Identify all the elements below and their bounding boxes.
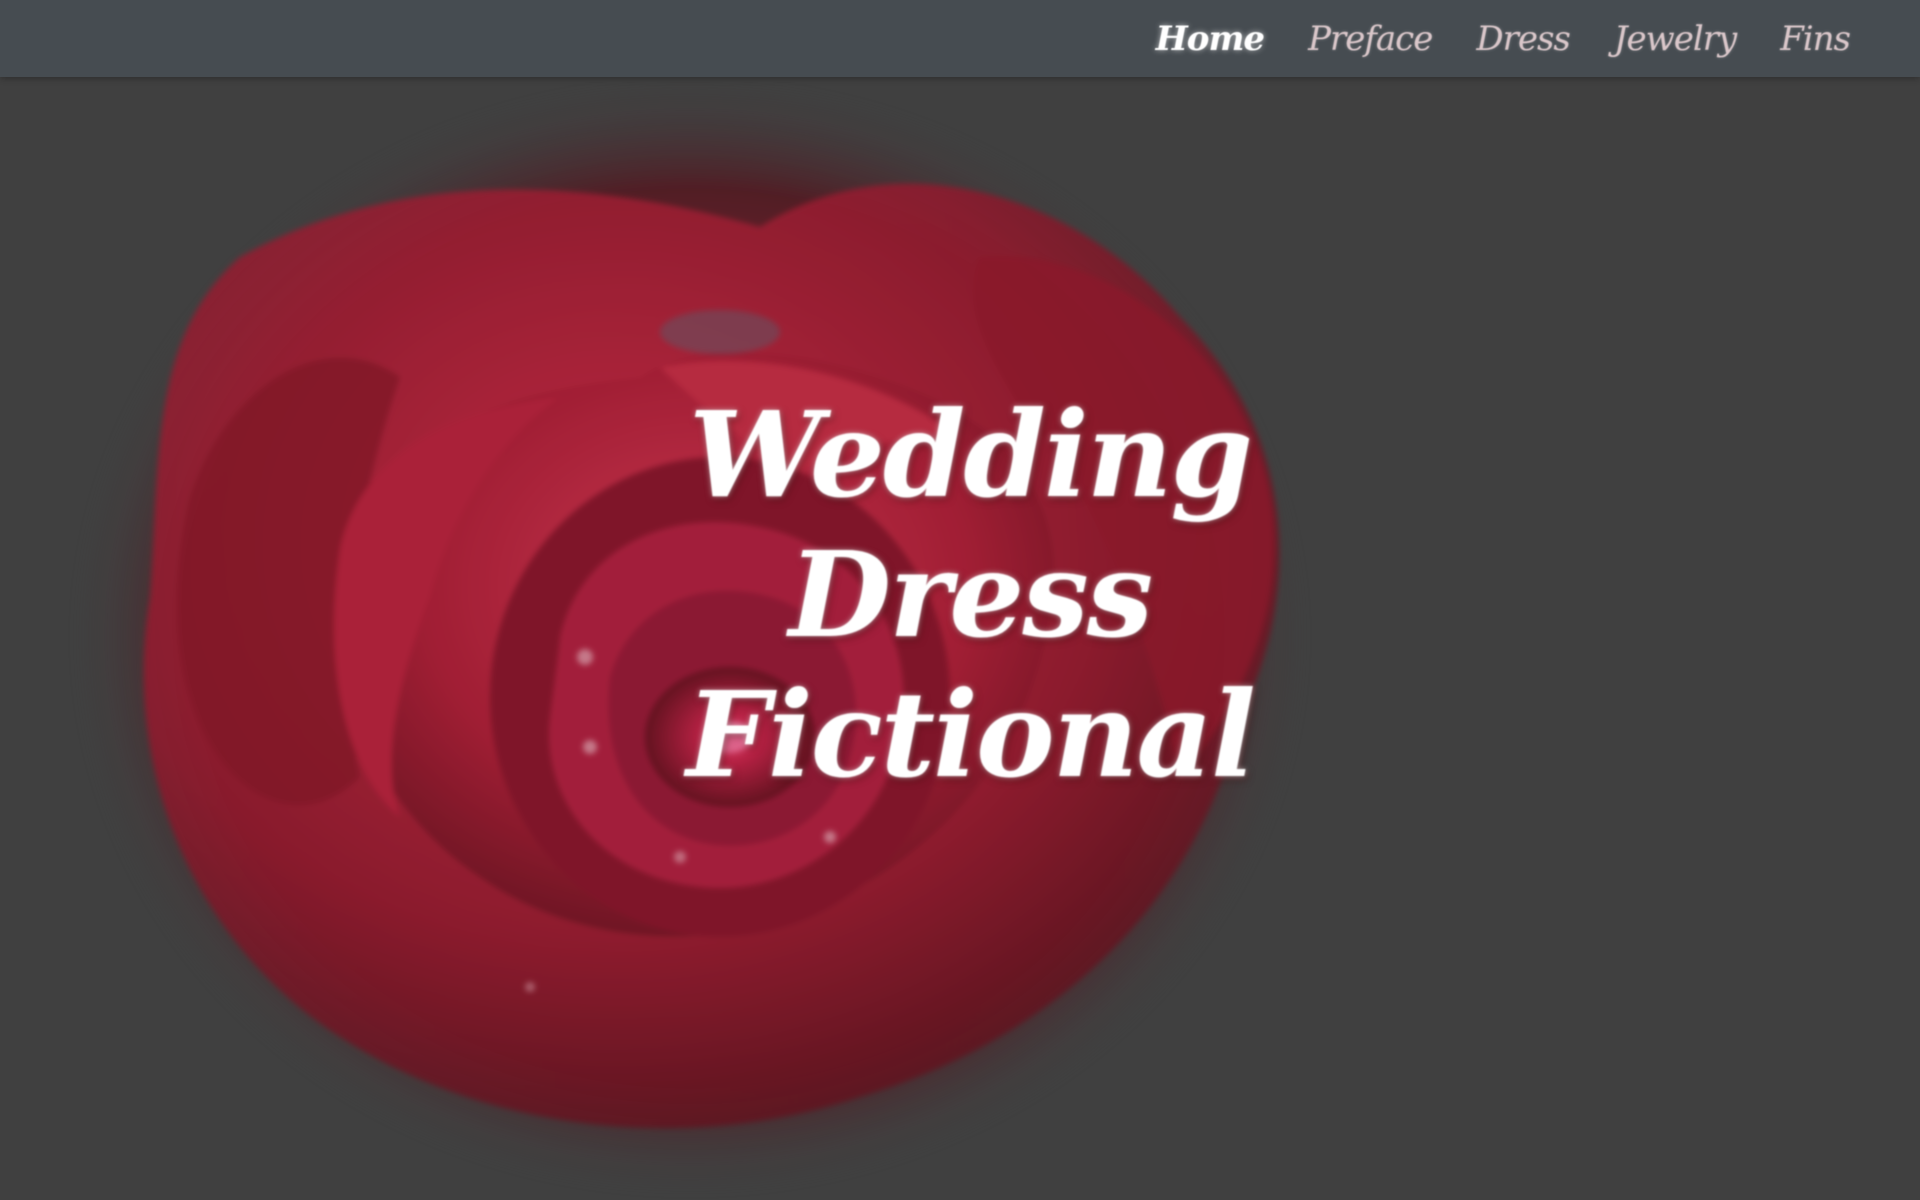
- nav-item-dress[interactable]: Dress: [1454, 19, 1592, 59]
- nav-item-fins[interactable]: Fins: [1758, 19, 1872, 59]
- nav-menu: Home Preface Dress Jewelry Fins: [1134, 0, 1872, 77]
- hero-title-line-1: Wedding Dress: [688, 385, 1253, 664]
- hero-title-line-2: Fictional: [686, 665, 1256, 804]
- page: Home Preface Dress Jewelry Fins Wedding …: [0, 0, 1920, 1200]
- hero-title: Wedding Dress Fictional: [560, 385, 1380, 805]
- nav-item-jewelry[interactable]: Jewelry: [1592, 19, 1758, 59]
- top-navbar: Home Preface Dress Jewelry Fins: [0, 0, 1920, 77]
- nav-item-home[interactable]: Home: [1134, 19, 1286, 59]
- nav-item-preface[interactable]: Preface: [1286, 19, 1454, 59]
